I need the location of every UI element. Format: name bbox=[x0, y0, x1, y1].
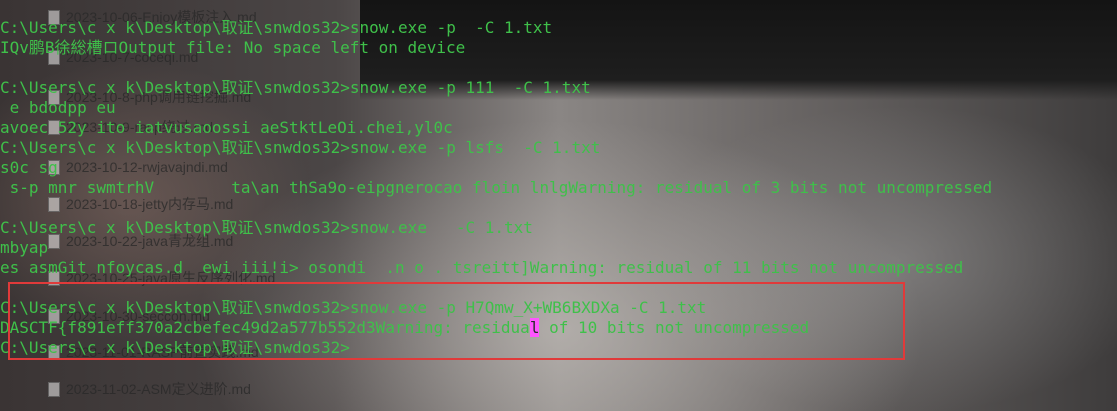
terminal-line: s0c sg bbox=[0, 158, 58, 177]
terminal-line: avoec 52y ito iatvusaoossi aeStktLeOi.ch… bbox=[0, 118, 453, 137]
terminal-line: C:\Users\c x k\Desktop\取证\snwdos32>snow.… bbox=[0, 78, 591, 97]
terminal-line: IQv鹏B徐総槽ロOutput file: No space left on d… bbox=[0, 38, 466, 57]
terminal-line: s-p mnr swmtrhV ta\an thSa9o-eipgnerocao… bbox=[0, 178, 993, 197]
terminal-line: C:\Users\c x k\Desktop\取证\snwdos32>snow.… bbox=[0, 18, 553, 37]
terminal-line: es asmGit nfoycas.d ewi iii!i> osondi .n… bbox=[0, 258, 964, 277]
markdown-file-icon bbox=[48, 382, 60, 397]
terminal-line: mbyap bbox=[0, 238, 49, 257]
terminal-line: C:\Users\c x k\Desktop\取证\snwdos32>snow.… bbox=[0, 138, 601, 157]
file-item[interactable]: 2023-11-02-ASM定义进阶.md bbox=[48, 379, 251, 399]
terminal-line: C:\Users\c x k\Desktop\取证\snwdos32>snow.… bbox=[0, 218, 533, 237]
terminal-line: e bdodpp eu bbox=[0, 98, 116, 117]
file-name: 2023-11-02-ASM定义进阶.md bbox=[66, 381, 251, 397]
highlight-box bbox=[8, 282, 905, 360]
